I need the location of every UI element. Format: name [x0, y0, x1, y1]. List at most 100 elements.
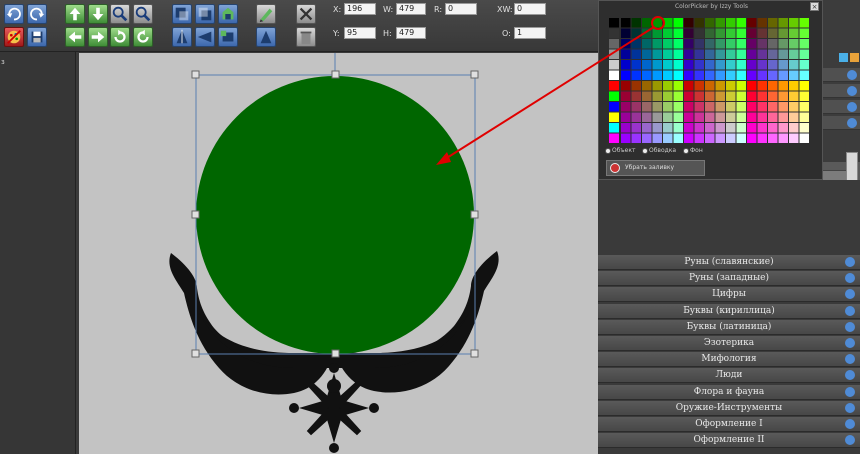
color-swatch[interactable]: [799, 18, 810, 28]
color-swatch[interactable]: [694, 133, 705, 144]
color-swatch[interactable]: [715, 91, 726, 102]
color-swatch[interactable]: [652, 39, 663, 49]
color-swatch[interactable]: [673, 112, 684, 123]
color-swatch[interactable]: [736, 49, 747, 60]
category-row[interactable]: Оформление II: [598, 433, 860, 449]
color-swatch[interactable]: [631, 39, 642, 49]
color-swatch[interactable]: [673, 81, 684, 91]
category-row[interactable]: Флора и фауна: [598, 384, 860, 400]
color-swatch[interactable]: [609, 81, 619, 91]
radio-icon[interactable]: [605, 147, 611, 154]
color-swatch[interactable]: [726, 70, 736, 81]
color-swatch[interactable]: [715, 81, 726, 91]
color-swatch[interactable]: [705, 81, 715, 91]
color-swatch[interactable]: [694, 102, 705, 112]
color-swatch[interactable]: [715, 28, 726, 39]
color-swatch[interactable]: [768, 133, 778, 144]
color-swatch[interactable]: [799, 133, 810, 144]
color-swatch[interactable]: [652, 81, 663, 91]
color-swatch[interactable]: [715, 49, 726, 60]
color-swatch[interactable]: [609, 133, 619, 144]
color-swatch[interactable]: [726, 133, 736, 144]
color-swatch[interactable]: [789, 81, 799, 91]
color-swatch[interactable]: [726, 112, 736, 123]
color-swatch[interactable]: [663, 112, 673, 123]
color-swatch[interactable]: [778, 81, 789, 91]
color-swatch[interactable]: [768, 39, 778, 49]
color-swatch[interactable]: [621, 39, 631, 49]
color-swatch[interactable]: [642, 18, 652, 28]
color-swatch[interactable]: [757, 102, 768, 112]
side-bar-1[interactable]: [823, 68, 860, 82]
color-swatch[interactable]: [757, 60, 768, 70]
color-swatch[interactable]: [757, 133, 768, 144]
color-swatch[interactable]: [778, 60, 789, 70]
color-swatch[interactable]: [694, 39, 705, 49]
xw-field[interactable]: 0: [514, 3, 546, 15]
color-swatch[interactable]: [789, 70, 799, 81]
trash-icon[interactable]: [296, 27, 316, 47]
color-swatch[interactable]: [652, 28, 663, 39]
color-swatch[interactable]: [705, 49, 715, 60]
category-row[interactable]: Мифология: [598, 352, 860, 368]
color-swatch[interactable]: [642, 112, 652, 123]
color-swatch[interactable]: [631, 123, 642, 133]
color-swatch[interactable]: [799, 81, 810, 91]
color-swatch[interactable]: [694, 91, 705, 102]
color-swatch[interactable]: [694, 70, 705, 81]
color-swatch[interactable]: [757, 112, 768, 123]
color-swatch[interactable]: [621, 70, 631, 81]
radio-icon[interactable]: [683, 147, 689, 154]
color-swatch[interactable]: [673, 102, 684, 112]
color-swatch[interactable]: [609, 102, 619, 112]
color-swatch[interactable]: [652, 70, 663, 81]
twitter-icon[interactable]: [839, 53, 848, 62]
arrow-up-icon[interactable]: [65, 4, 85, 24]
color-swatch[interactable]: [673, 133, 684, 144]
color-swatch[interactable]: [673, 70, 684, 81]
color-swatch[interactable]: [726, 102, 736, 112]
share-icon[interactable]: [850, 53, 859, 62]
color-swatch[interactable]: [736, 18, 747, 28]
color-swatch[interactable]: [736, 112, 747, 123]
color-swatch[interactable]: [631, 49, 642, 60]
color-swatch[interactable]: [768, 28, 778, 39]
color-swatch[interactable]: [799, 28, 810, 39]
drawing-canvas[interactable]: [79, 53, 598, 454]
color-swatch[interactable]: [747, 81, 757, 91]
color-swatch[interactable]: [778, 39, 789, 49]
pen-icon[interactable]: [256, 4, 276, 24]
color-swatch[interactable]: [757, 123, 768, 133]
zoom-in-icon[interactable]: [110, 4, 130, 24]
tools-icon[interactable]: [296, 4, 316, 24]
green-circle[interactable]: [196, 76, 474, 354]
category-row[interactable]: Оружие-Инструменты: [598, 400, 860, 416]
color-swatch[interactable]: [768, 112, 778, 123]
color-swatch[interactable]: [789, 18, 799, 28]
color-swatch[interactable]: [705, 70, 715, 81]
color-swatch[interactable]: [799, 112, 810, 123]
radio-icon[interactable]: [642, 147, 648, 154]
color-swatch[interactable]: [652, 102, 663, 112]
color-swatch[interactable]: [663, 133, 673, 144]
color-swatch[interactable]: [609, 112, 619, 123]
align-icon[interactable]: [218, 27, 238, 47]
color-swatch[interactable]: [778, 112, 789, 123]
color-swatch[interactable]: [726, 60, 736, 70]
color-swatch[interactable]: [652, 133, 663, 144]
color-swatch[interactable]: [652, 91, 663, 102]
color-swatch[interactable]: [799, 102, 810, 112]
color-swatch[interactable]: [631, 70, 642, 81]
color-swatch[interactable]: [621, 123, 631, 133]
color-swatch[interactable]: [663, 70, 673, 81]
color-swatch[interactable]: [642, 39, 652, 49]
color-swatch[interactable]: [768, 123, 778, 133]
color-swatch[interactable]: [663, 81, 673, 91]
color-swatch[interactable]: [736, 28, 747, 39]
color-swatch[interactable]: [663, 102, 673, 112]
flip-vertical-icon[interactable]: [172, 27, 192, 47]
color-swatch[interactable]: [757, 18, 768, 28]
color-swatch[interactable]: [715, 123, 726, 133]
color-swatch[interactable]: [705, 112, 715, 123]
color-swatch[interactable]: [705, 123, 715, 133]
